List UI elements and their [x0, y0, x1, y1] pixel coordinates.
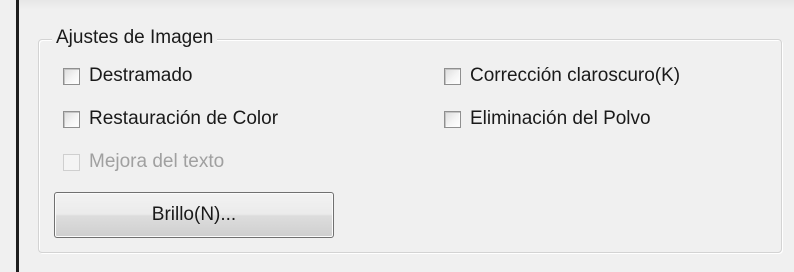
brightness-button[interactable]: Brillo(N)... — [54, 192, 334, 238]
descreening-label: Destramado — [89, 65, 193, 86]
color-restoration-checkbox[interactable]: Restauración de Color — [63, 107, 278, 131]
backlight-correction-label: Corrección claroscuro(K) — [470, 65, 681, 86]
panel-left-border — [16, 0, 19, 272]
checkbox-box-disabled — [63, 153, 80, 171]
color-restoration-label: Restauración de Color — [89, 108, 279, 129]
checkbox-box[interactable] — [444, 110, 461, 128]
panel-top-shade — [19, 0, 794, 10]
checkbox-box[interactable] — [63, 110, 80, 128]
checkbox-box[interactable] — [63, 67, 80, 85]
checkbox-box[interactable] — [444, 67, 461, 85]
group-title: Ajustes de Imagen — [52, 26, 218, 50]
text-enhancement-checkbox: Mejora del texto — [63, 150, 224, 174]
dust-removal-label: Eliminación del Polvo — [470, 108, 651, 129]
text-enhancement-label: Mejora del texto — [89, 151, 225, 172]
dust-removal-checkbox[interactable]: Eliminación del Polvo — [444, 107, 651, 131]
descreening-checkbox[interactable]: Destramado — [63, 64, 193, 88]
backlight-correction-checkbox[interactable]: Corrección claroscuro(K) — [444, 64, 680, 88]
